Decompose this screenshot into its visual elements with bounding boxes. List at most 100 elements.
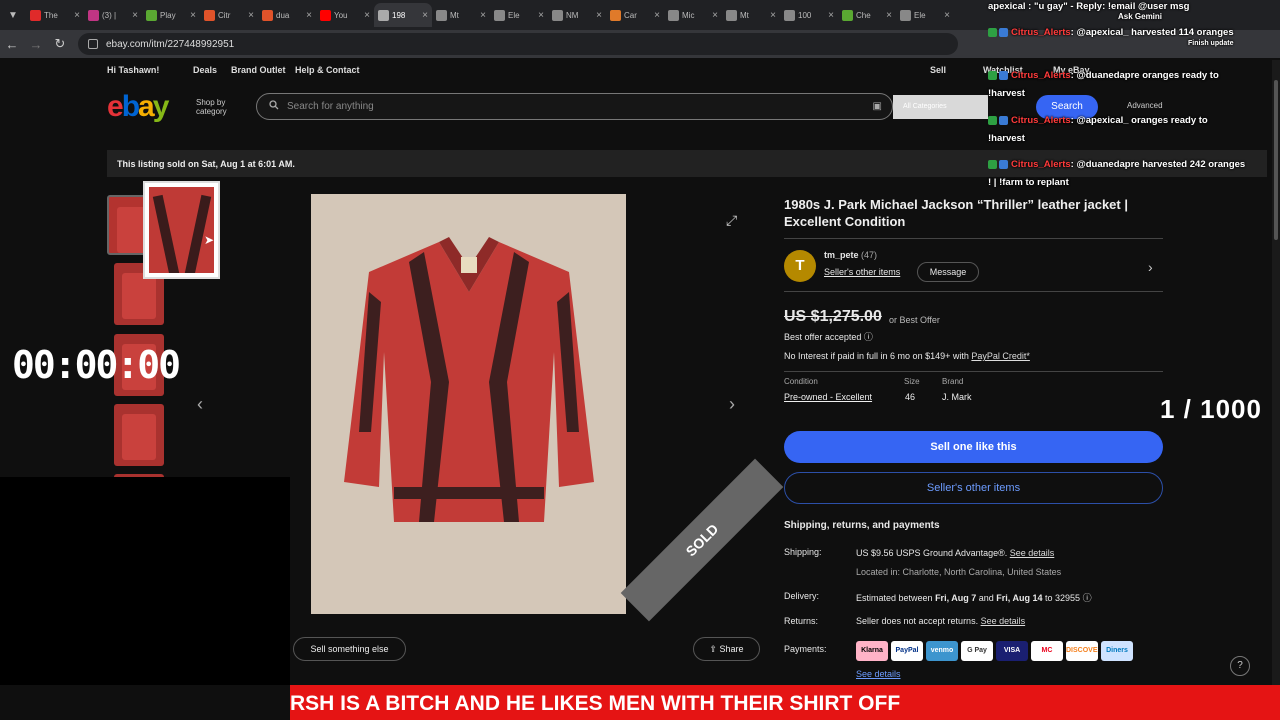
tab-close-icon[interactable]: ×	[74, 10, 80, 21]
sell-one-like-this-button[interactable]: Sell one like this	[784, 431, 1163, 463]
browser-tab[interactable]: Mic ×	[664, 3, 722, 27]
paypal-credit-link[interactable]: PayPal Credit*	[971, 351, 1030, 361]
financing-text: No Interest if paid in full in 6 mo on $…	[784, 351, 969, 361]
prev-image-icon[interactable]: ‹	[197, 394, 203, 415]
tab-favicon-icon	[552, 9, 563, 21]
tab-close-icon[interactable]: ×	[886, 10, 892, 21]
browser-tab[interactable]: The ×	[26, 3, 84, 27]
browser-tab[interactable]: Play ×	[142, 3, 200, 27]
seller-other-items-link[interactable]: Seller's other items	[824, 267, 900, 277]
chat-line-4b: !harvest	[988, 133, 1025, 144]
delivery-value: Estimated between Fri, Aug 7 and Fri, Au…	[856, 591, 1092, 604]
returns-label: Returns:	[784, 616, 819, 626]
tab-close-icon[interactable]: ×	[480, 10, 486, 21]
expand-icon[interactable]: ⤢	[726, 212, 737, 229]
shipping-cost: US $9.56 USPS Ground Advantage®.	[856, 548, 1008, 558]
browser-tab[interactable]: Car ×	[606, 3, 664, 27]
browser-tab[interactable]: dua ×	[258, 3, 316, 27]
seller-name[interactable]: tm_pete (47)	[824, 250, 877, 260]
browser-tab[interactable]: (3) | ×	[84, 3, 142, 27]
tab-favicon-icon	[436, 9, 447, 21]
delivery-info-icon[interactable]: ⓘ	[1083, 593, 1092, 603]
tab-close-icon[interactable]: ×	[306, 10, 312, 21]
page-scrollbar[interactable]	[1272, 60, 1280, 685]
ebay-logo[interactable]: ebay	[107, 90, 169, 124]
browser-tab[interactable]: 100 ×	[780, 3, 838, 27]
payments-see-details-link[interactable]: See details	[856, 669, 901, 679]
tab-close-icon[interactable]: ×	[712, 10, 718, 21]
camera-icon[interactable]: ▣	[873, 101, 882, 112]
tab-close-icon[interactable]: ×	[828, 10, 834, 21]
browser-tab[interactable]: You ×	[316, 3, 374, 27]
returns-see-details-link[interactable]: See details	[981, 616, 1026, 626]
tab-favicon-icon	[88, 9, 99, 21]
forward-icon[interactable]: →	[24, 37, 48, 52]
greeting-link[interactable]: Hi Tashawn!	[107, 65, 159, 75]
tab-favicon-icon	[668, 9, 679, 21]
tab-close-icon[interactable]: ×	[944, 10, 950, 21]
size-label: Size	[904, 377, 920, 386]
tab-favicon-icon	[320, 9, 331, 21]
tab-close-icon[interactable]: ×	[132, 10, 138, 21]
tab-close-icon[interactable]: ×	[248, 10, 254, 21]
returns-value: Seller does not accept returns. See deta…	[856, 616, 1025, 626]
browser-tab[interactable]: Ele ×	[490, 3, 548, 27]
url-field[interactable]: ebay.com/itm/227448992951	[78, 33, 958, 55]
tab-label: (3) |	[102, 10, 117, 20]
tab-list-chevron-icon[interactable]: ▼	[0, 10, 26, 21]
back-icon[interactable]: ←	[0, 37, 24, 52]
brand-label: Brand	[942, 377, 964, 386]
brand-outlet-link[interactable]: Brand Outlet	[231, 65, 286, 75]
finish-update: Finish update	[1188, 40, 1234, 47]
tab-close-icon[interactable]: ×	[654, 10, 660, 21]
tab-favicon-icon	[842, 9, 853, 21]
reload-icon[interactable]: ↻	[48, 36, 72, 52]
site-info-icon[interactable]	[88, 39, 98, 49]
search-placeholder: Search for anything	[287, 101, 374, 112]
chat-msg: : @duanedapre harvested 242 oranges	[1070, 159, 1246, 170]
category-select[interactable]: All Categories	[893, 95, 988, 119]
tab-close-icon[interactable]: ×	[364, 10, 370, 21]
browser-tab[interactable]: Mt ×	[722, 3, 780, 27]
help-icon[interactable]: ?	[1230, 656, 1250, 676]
browser-tab[interactable]: NM ×	[548, 3, 606, 27]
tab-label: Car	[624, 10, 637, 20]
browser-tab[interactable]: Mt ×	[432, 3, 490, 27]
share-button[interactable]: ⇪ Share	[693, 637, 760, 661]
message-button[interactable]: Message	[917, 262, 979, 282]
seller-avatar[interactable]: T	[784, 250, 816, 282]
tab-label: Mt	[740, 10, 749, 20]
tab-close-icon[interactable]: ×	[596, 10, 602, 21]
shipping-see-details-link[interactable]: See details	[1010, 548, 1055, 558]
deals-link[interactable]: Deals	[193, 65, 217, 75]
info-icon[interactable]: ⓘ	[864, 332, 873, 342]
tab-label: Ele	[508, 10, 520, 20]
seller-score: (47)	[861, 250, 878, 260]
thumbnail-4[interactable]	[114, 404, 164, 466]
sell-something-else-button[interactable]: Sell something else	[293, 637, 406, 661]
tab-close-icon[interactable]: ×	[538, 10, 544, 21]
share-icon: ⇪	[709, 644, 720, 654]
help-contact-link[interactable]: Help & Contact	[295, 65, 360, 75]
tab-favicon-icon	[610, 9, 621, 21]
size-value: 46	[905, 392, 916, 402]
shop-by-category[interactable]: Shop by category	[196, 98, 227, 116]
url-text: ebay.com/itm/227448992951	[106, 38, 235, 50]
next-image-icon[interactable]: ›	[729, 394, 735, 415]
tab-label: 100	[798, 10, 812, 20]
tab-close-icon[interactable]: ×	[190, 10, 196, 21]
chevron-right-icon[interactable]: ›	[1148, 259, 1153, 275]
browser-tab[interactable]: Ele ×	[896, 3, 954, 27]
sell-link[interactable]: Sell	[930, 65, 946, 75]
tab-close-icon[interactable]: ×	[770, 10, 776, 21]
sellers-other-items-button[interactable]: Seller's other items	[784, 472, 1163, 504]
tab-close-icon[interactable]: ×	[422, 10, 428, 21]
browser-tab[interactable]: 198 ×	[374, 3, 432, 27]
browser-tab[interactable]: Che ×	[838, 3, 896, 27]
browser-tab[interactable]: Citr ×	[200, 3, 258, 27]
condition-value[interactable]: Pre-owned - Excellent	[784, 392, 872, 402]
stream-timer: 00:00:00	[12, 343, 181, 387]
search-input[interactable]: Search for anything ▣	[256, 93, 893, 120]
main-product-image[interactable]	[311, 194, 626, 614]
best-offer-accepted: Best offer accepted ⓘ	[784, 330, 873, 343]
